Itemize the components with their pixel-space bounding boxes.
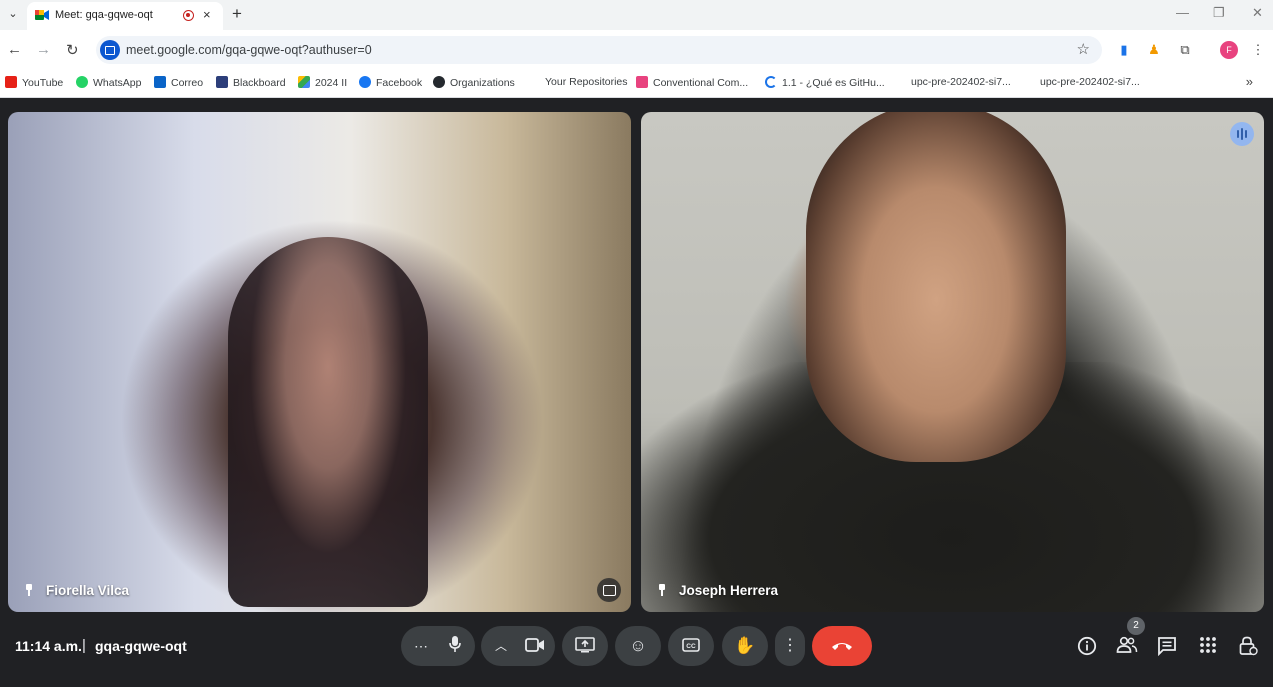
raise-hand-button[interactable]: ✋ [722,626,768,666]
recording-indicator-icon [183,10,194,21]
bookmark-2024-ii[interactable]: 2024 II [298,76,347,89]
google-meet-icon [35,10,49,20]
facebook-icon [359,76,371,88]
profile-avatar[interactable]: F [1220,41,1238,59]
more-vert-icon: ⋮ [782,637,798,654]
hand-icon: ✋ [734,636,756,655]
people-icon [1116,636,1138,653]
participant-tile-fiorella[interactable]: Fiorella Vilca [8,112,631,612]
activities-button[interactable] [1197,636,1219,658]
github-icon [433,76,445,88]
info-icon [1077,636,1097,656]
drive-icon [298,76,310,88]
bookmark-upc-pre-1[interactable]: upc-pre-202402-si7... [911,76,1011,88]
browser-menu-icon[interactable]: ⋮ [1250,42,1266,58]
meet-stage: Fiorella Vilca Joseph Herrera 11:14 a.m.… [0,99,1273,687]
pin-icon[interactable] [657,584,667,596]
tab-close-icon[interactable]: × [203,7,211,22]
url-text[interactable]: meet.google.com/gqa-gqwe-oqt?authuser=0 [126,43,372,57]
outlook-icon [154,76,166,88]
apps-grid-icon [1200,637,1216,653]
svg-text:CC: CC [686,643,696,650]
present-screen-button[interactable] [562,626,608,666]
whatsapp-icon [76,76,88,88]
reload-icon[interactable]: ↻ [66,41,79,59]
meeting-code: gqa-gqwe-oqt [95,638,187,654]
emoji-icon: ☺ [629,636,647,655]
meeting-clock: 11:14 a.m. [15,638,82,654]
back-icon[interactable]: ← [7,41,22,58]
microphone-icon [449,636,461,652]
page-icon [636,76,648,88]
speaking-indicator-icon [1230,122,1254,146]
tab-meet[interactable]: Meet: gqa-gqwe-oqt × [27,2,223,30]
camera-icon [525,638,544,652]
bookmark-youtube[interactable]: YouTube [5,76,63,89]
camera-group: ︿ [481,626,555,666]
reactions-button[interactable]: ☺ [615,626,661,666]
tab-title: Meet: gqa-gqwe-oqt [55,9,153,21]
site-info-icon[interactable] [100,40,120,60]
more-bookmarks-icon[interactable]: » [1246,74,1253,89]
forward-icon[interactable]: → [36,41,51,58]
bookmark-star-icon[interactable]: ☆ [1077,40,1090,58]
end-call-button[interactable] [812,626,872,666]
more-options-button[interactable]: ⋮ [775,626,805,666]
bookmark-conventional-commits[interactable]: Conventional Com... [636,76,748,89]
tab-strip: ⌄ Meet: gqa-gqwe-oqt × + — ❐ ✕ [0,0,1273,30]
end-call-icon [832,643,852,650]
bookmark-your-repositories[interactable]: Your Repositories [545,76,628,88]
bookmark-facebook[interactable]: Facebook [359,76,422,89]
participant-name: Joseph Herrera [657,583,778,598]
bookmark-upc-pre-2[interactable]: upc-pre-202402-si7... [1040,76,1140,88]
divider: | [82,637,86,654]
captions-icon: CC [682,638,700,652]
mic-group: ⋯ [401,626,475,666]
address-bar[interactable]: meet.google.com/gqa-gqwe-oqt?authuser=0 … [96,36,1102,64]
extension-doc-icon[interactable]: ▮ [1116,42,1132,58]
close-window-button[interactable]: ✕ [1252,5,1263,21]
extensions-puzzle-icon[interactable]: ⧉ [1177,42,1193,58]
loading-icon [765,76,777,88]
blackboard-icon [216,76,228,88]
bookmark-que-es-github[interactable]: 1.1 - ¿Qué es GitHu... [765,76,885,89]
participant-count-badge: 2 [1127,617,1145,635]
bookmark-whatsapp[interactable]: WhatsApp [76,76,141,89]
tab-search-icon[interactable]: ⌄ [4,5,22,23]
pin-icon[interactable] [24,584,34,596]
extension-person-icon[interactable]: ♟ [1146,42,1162,58]
participant-video [806,112,1066,462]
microphone-button[interactable] [435,626,475,666]
chat-button[interactable] [1156,636,1178,658]
youtube-icon [5,76,17,88]
bookmark-organizations[interactable]: Organizations [433,76,515,89]
participant-video [228,237,428,607]
chat-icon [1158,637,1176,657]
host-controls-button[interactable] [1237,636,1259,658]
toolbar: ← → ↻ meet.google.com/gqa-gqwe-oqt?authu… [0,30,1273,70]
restore-button[interactable]: ❐ [1213,5,1225,21]
lock-person-icon [1239,636,1258,656]
present-screen-icon [575,637,595,653]
bookmarks-bar: YouTube WhatsApp Correo Blackboard 2024 … [0,70,1273,98]
people-button[interactable] [1116,636,1138,658]
minimize-button[interactable]: — [1176,5,1189,20]
picture-in-picture-icon[interactable] [597,578,621,602]
camera-button[interactable] [515,626,555,666]
participant-name: Fiorella Vilca [24,583,129,598]
bookmark-blackboard[interactable]: Blackboard [216,76,286,89]
new-tab-button[interactable]: + [232,4,242,24]
meeting-details-button[interactable] [1076,636,1098,658]
participant-tile-joseph[interactable]: Joseph Herrera [641,112,1264,612]
bookmark-correo[interactable]: Correo [154,76,203,89]
captions-button[interactable]: CC [668,626,714,666]
